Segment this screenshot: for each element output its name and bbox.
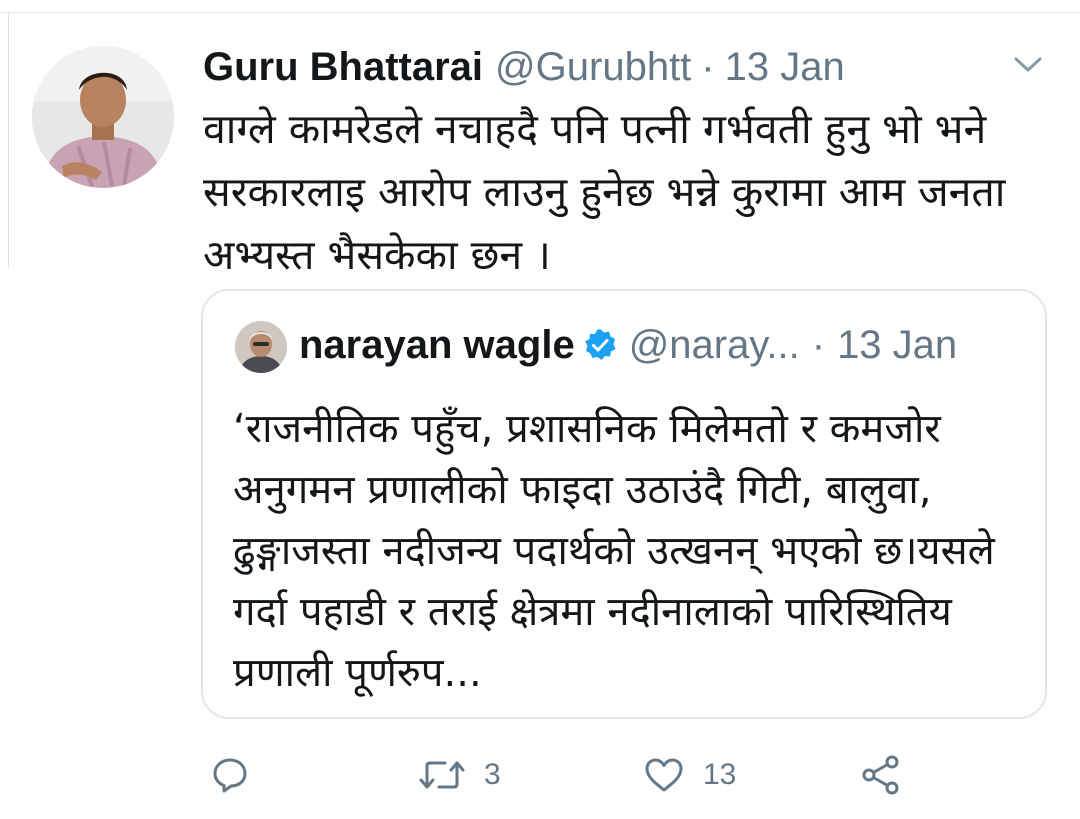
like-button[interactable]: 13 (643, 750, 736, 800)
tweet-text: वाग्ले कामरेडले नचाहदै पनि पत्नी गर्भवती… (203, 105, 1006, 279)
quoted-date[interactable]: 13 Jan (837, 323, 957, 368)
tweet[interactable]: Guru Bhattarai @Gurubhtt · 13 Jan वाग्ले… (0, 0, 1080, 819)
quoted-header: narayan wagle @naray... · 13 Jan (299, 317, 957, 373)
action-bar: 3 13 (0, 750, 1080, 800)
separator-dot: · (811, 322, 826, 367)
share-icon (859, 753, 903, 797)
retweet-icon (418, 755, 466, 795)
reply-icon (210, 755, 250, 795)
quoted-author-name[interactable]: narayan wagle (299, 323, 575, 368)
verified-badge-icon (583, 328, 617, 362)
retweet-count: 3 (484, 758, 501, 791)
quoted-avatar[interactable] (235, 321, 287, 373)
author-name[interactable]: Guru Bhattarai (203, 45, 483, 90)
quoted-tweet[interactable]: narayan wagle @naray... · 13 Jan ‘राजनीत… (201, 289, 1047, 719)
tweet-date[interactable]: 13 Jan (725, 45, 845, 90)
retweet-button[interactable]: 3 (418, 750, 501, 800)
heart-icon (643, 755, 685, 795)
avatar[interactable] (32, 46, 174, 188)
reply-button[interactable] (210, 750, 250, 800)
author-handle[interactable]: @Gurubhtt (495, 45, 691, 90)
quoted-author-handle[interactable]: @naray... (629, 323, 800, 368)
separator-dot: · (701, 44, 715, 89)
tweet-header: Guru Bhattarai @Gurubhtt · 13 Jan (203, 40, 845, 94)
quoted-tweet-text: ‘राजनीतिक पहुँच, प्रशासनिक मिलेमतो र कमज… (233, 406, 995, 696)
chevron-down-icon[interactable] (1010, 52, 1046, 76)
share-button[interactable] (859, 750, 903, 800)
like-count: 13 (703, 758, 737, 791)
